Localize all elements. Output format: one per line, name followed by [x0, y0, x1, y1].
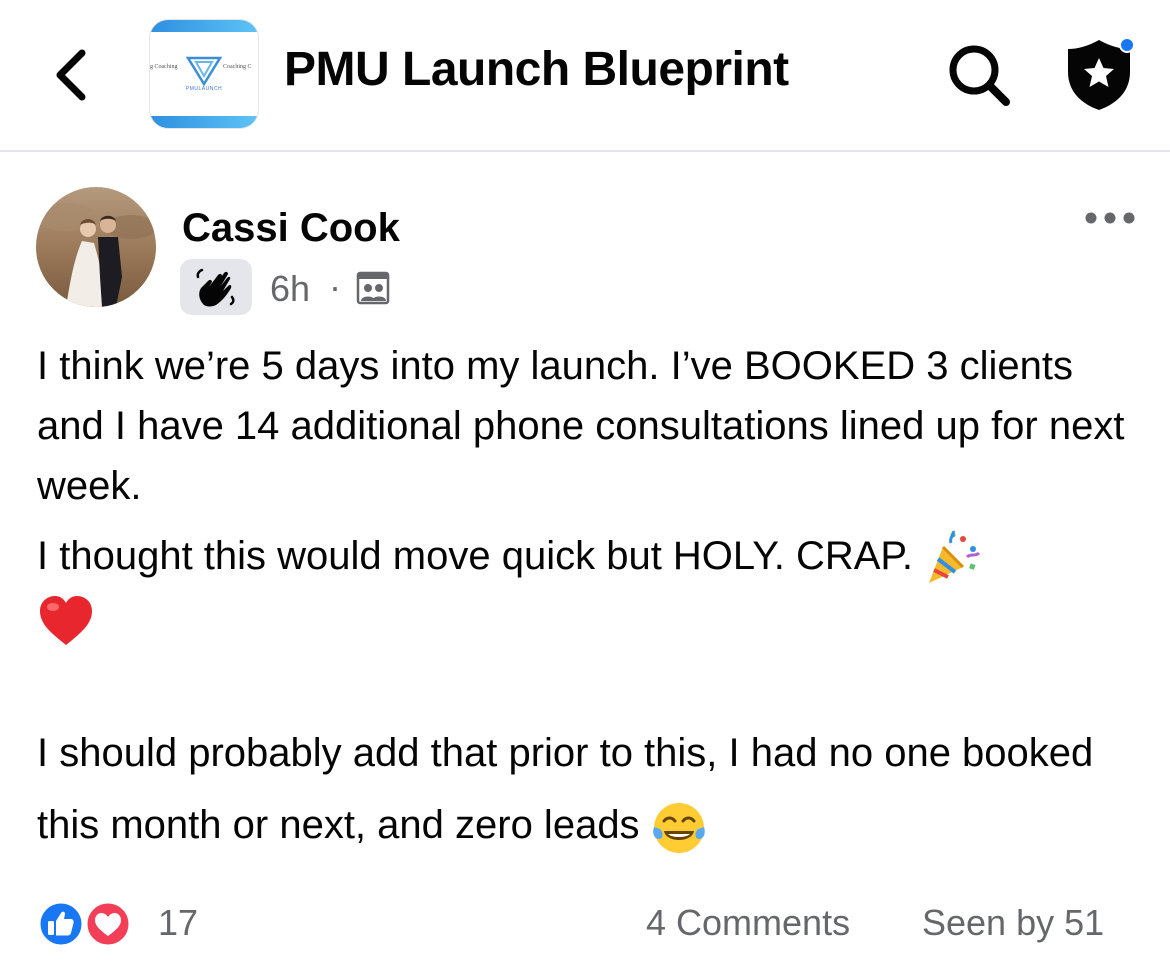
post-paragraph-3: I should probably add that prior to this… [37, 717, 1147, 861]
more-options-button[interactable] [1080, 198, 1140, 238]
tears-of-joy-icon [652, 802, 705, 853]
group-title[interactable]: PMU Launch Blueprint [284, 42, 789, 97]
logo-right-text: Coaching C [223, 64, 252, 70]
post-footer: 17 4 Comments Seen by 51 [36, 896, 1136, 952]
love-icon [84, 900, 132, 948]
reaction-count[interactable]: 17 [158, 902, 198, 944]
post-paragraph-2: I thought this would move quick but HOLY… [37, 526, 1147, 587]
logo-band-top [150, 20, 258, 32]
logo-band-bottom [150, 116, 258, 128]
meta-separator: · [329, 266, 341, 307]
post-time[interactable]: 6h [270, 268, 310, 310]
notification-dot [1119, 37, 1135, 53]
author-name[interactable]: Cassi Cook [182, 206, 400, 251]
group-members-icon [356, 271, 390, 305]
party-popper-icon [929, 530, 981, 584]
reaction-icons[interactable] [36, 900, 136, 948]
heart-line [37, 587, 1147, 657]
search-button[interactable] [944, 40, 1014, 110]
like-icon [37, 900, 85, 948]
avatar-photo [36, 187, 156, 307]
seen-by-count[interactable]: Seen by 51 [922, 902, 1104, 944]
avatar[interactable] [36, 187, 156, 307]
group-logo[interactable]: g Coaching Coaching C PMULAUNCH [150, 20, 258, 128]
post-paragraph-2-text: I thought this would move quick but HOLY… [37, 534, 914, 578]
post-body: I think we’re 5 days into my launch. I’v… [37, 336, 1147, 861]
post-paragraph-1: I think we’re 5 days into my launch. I’v… [37, 344, 1125, 508]
logo-mark-icon [186, 56, 222, 86]
top-bar: g Coaching Coaching C PMULAUNCH PMU Laun… [0, 0, 1170, 152]
more-horizontal-icon [1085, 212, 1135, 224]
member-badge[interactable] [180, 259, 252, 315]
chevron-left-icon [56, 49, 86, 101]
post-paragraph-3-text: I should probably add that prior to this… [37, 731, 1094, 848]
comments-link[interactable]: 4 Comments [646, 902, 850, 944]
logo-sub-text: PMULAUNCH [185, 86, 223, 92]
reaction-stack [37, 900, 132, 948]
back-button[interactable] [40, 40, 104, 110]
red-heart-icon [40, 596, 92, 646]
wave-hand-icon [196, 268, 235, 307]
search-icon [949, 45, 1010, 106]
logo-left-text: g Coaching [150, 64, 178, 70]
